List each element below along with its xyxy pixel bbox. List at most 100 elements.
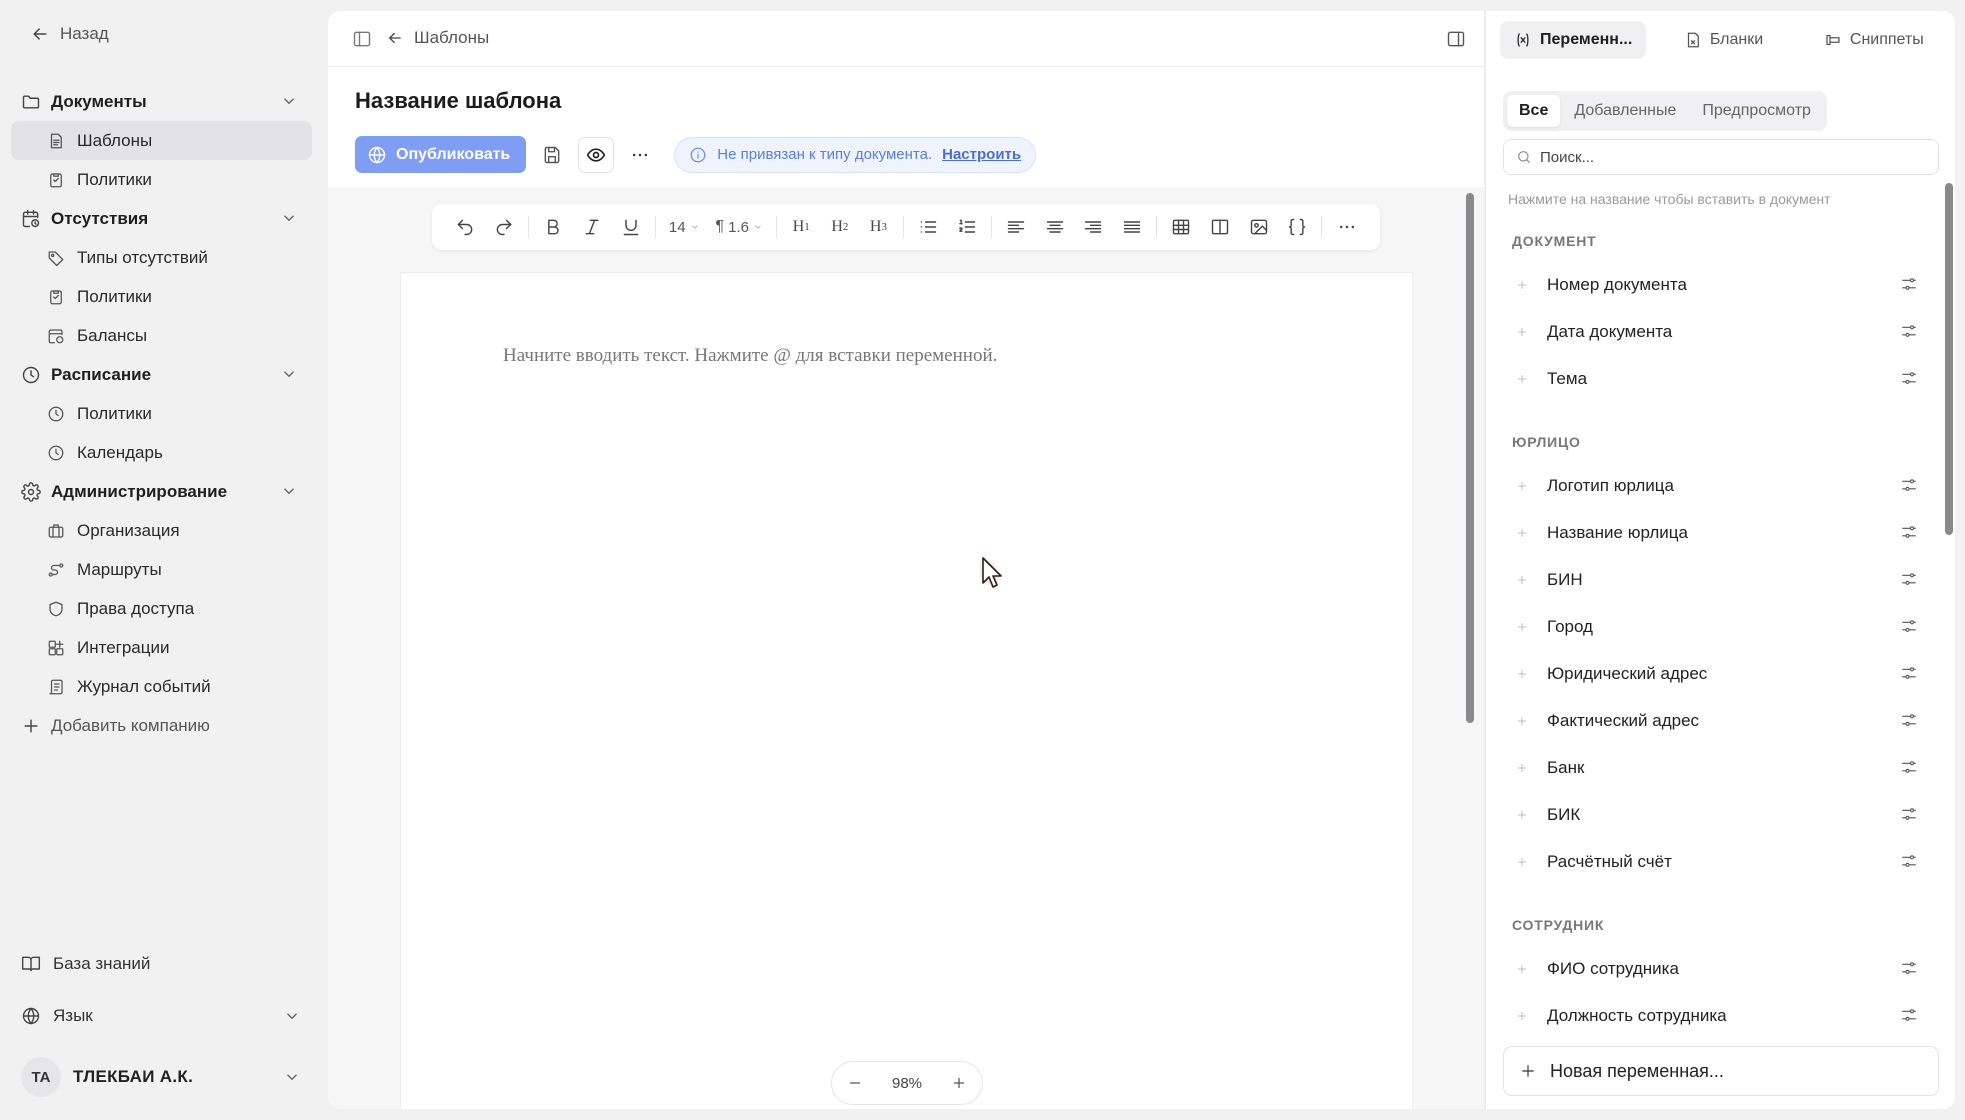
settings-sliders-icon[interactable] — [1900, 275, 1918, 293]
align-justify-button[interactable] — [1113, 209, 1152, 245]
sidebar-toggle-icon[interactable] — [352, 29, 372, 49]
search-input[interactable] — [1540, 148, 1920, 166]
variable-item[interactable]: БИК — [1486, 791, 1946, 838]
sidebar-item-routes[interactable]: Маршруты — [11, 550, 312, 589]
settings-sliders-icon[interactable] — [1900, 664, 1918, 682]
settings-sliders-icon[interactable] — [1900, 523, 1918, 541]
sidebar-section-absences[interactable]: Отсутствия — [11, 199, 312, 238]
sidebar-item-templates[interactable]: Шаблоны — [11, 121, 312, 160]
chevron-down-icon[interactable] — [280, 365, 298, 383]
numbered-list-button[interactable] — [947, 209, 986, 245]
chevron-down-icon[interactable] — [280, 92, 298, 110]
align-left-button[interactable] — [997, 209, 1036, 245]
tab-variables[interactable]: Переменн... — [1500, 21, 1647, 59]
scroll-icon — [49, 679, 63, 694]
panel-scrollbar[interactable] — [1945, 183, 1953, 535]
back-link[interactable]: Назад — [30, 24, 109, 44]
settings-sliders-icon[interactable] — [1900, 852, 1918, 870]
language-selector[interactable]: Язык — [21, 1006, 301, 1026]
tab-forms[interactable]: Бланки — [1650, 21, 1796, 59]
preview-button[interactable] — [578, 136, 615, 173]
document-page[interactable]: Начните вводить текст. Нажмите @ для вст… — [401, 273, 1412, 1109]
heading-1-button[interactable]: H1 — [782, 209, 821, 245]
save-button[interactable] — [534, 137, 570, 173]
sidebar-section-documents[interactable]: Документы — [11, 82, 312, 121]
align-center-button[interactable] — [1035, 209, 1074, 245]
bullet-list-button[interactable] — [909, 209, 948, 245]
variable-item[interactable]: Должность сотрудника — [1486, 992, 1946, 1039]
zoom-out-icon[interactable] — [846, 1074, 864, 1092]
subtab-added[interactable]: Добавленные — [1562, 95, 1688, 127]
settings-sliders-icon[interactable] — [1900, 322, 1918, 340]
chevron-down-icon[interactable] — [280, 209, 298, 227]
settings-sliders-icon[interactable] — [1900, 476, 1918, 494]
settings-sliders-icon[interactable] — [1900, 711, 1918, 729]
user-menu[interactable]: ТА ТЛЕКБАИ А.К. — [21, 1057, 301, 1097]
new-variable-button[interactable]: Новая переменная... — [1503, 1046, 1939, 1096]
variable-item[interactable]: Фактический адрес — [1486, 697, 1946, 744]
sidebar-item-absence-policies[interactable]: Политики — [11, 277, 312, 316]
right-panel-toggle-icon[interactable] — [1446, 29, 1466, 49]
sidebar-item-balances[interactable]: Балансы — [11, 316, 312, 355]
italic-button[interactable] — [573, 209, 612, 245]
bold-button[interactable] — [534, 209, 573, 245]
variable-item[interactable]: Расчётный счёт — [1486, 838, 1946, 885]
underline-button[interactable] — [611, 209, 650, 245]
redo-button[interactable] — [485, 209, 524, 245]
settings-sliders-icon[interactable] — [1900, 959, 1918, 977]
knowledge-base-link[interactable]: База знаний — [21, 954, 301, 974]
align-right-button[interactable] — [1074, 209, 1113, 245]
sidebar-item-event-log[interactable]: Журнал событий — [11, 667, 312, 706]
insert-columns-button[interactable] — [1201, 209, 1240, 245]
heading-3-button[interactable]: H3 — [859, 209, 898, 245]
sidebar-item-access-rights[interactable]: Права доступа — [11, 589, 312, 628]
zoom-in-icon[interactable] — [950, 1074, 968, 1092]
sidebar-item-integrations[interactable]: Интеграции — [11, 628, 312, 667]
variable-item[interactable]: Банк — [1486, 744, 1946, 791]
settings-sliders-icon[interactable] — [1900, 805, 1918, 823]
page-title[interactable]: Название шаблона — [355, 88, 561, 114]
settings-sliders-icon[interactable] — [1900, 758, 1918, 776]
subtab-preview[interactable]: Предпросмотр — [1690, 95, 1823, 127]
add-company-button[interactable]: Добавить компанию — [11, 706, 312, 745]
editor-scrollbar[interactable] — [1466, 193, 1474, 723]
variable-item[interactable]: Дата документа — [1486, 308, 1946, 355]
variable-item[interactable]: Юридический адрес — [1486, 650, 1946, 697]
sidebar-item-organization[interactable]: Организация — [11, 511, 312, 550]
tab-snippets[interactable]: Сниппеты — [1801, 21, 1947, 59]
insert-variable-button[interactable] — [1278, 209, 1317, 245]
settings-sliders-icon[interactable] — [1900, 617, 1918, 635]
settings-sliders-icon[interactable] — [1900, 1006, 1918, 1024]
breadcrumb[interactable]: Шаблоны — [386, 28, 489, 48]
mouse-cursor-icon — [982, 557, 1002, 588]
plus-icon — [1518, 280, 1526, 289]
variable-item[interactable]: БИН — [1486, 556, 1946, 603]
sidebar-section-schedule[interactable]: Расписание — [11, 355, 312, 394]
insert-table-button[interactable] — [1162, 209, 1201, 245]
publish-button[interactable]: Опубликовать — [355, 136, 527, 173]
configure-link[interactable]: Настроить — [942, 146, 1021, 163]
settings-sliders-icon[interactable] — [1900, 369, 1918, 387]
variable-item[interactable]: Логотип юрлица — [1486, 462, 1946, 509]
variable-item[interactable]: Тема — [1486, 355, 1946, 402]
settings-sliders-icon[interactable] — [1900, 570, 1918, 588]
more-actions-button[interactable] — [622, 137, 658, 173]
variable-item[interactable]: ФИО сотрудника — [1486, 945, 1946, 992]
sidebar-item-absence-types[interactable]: Типы отсутствий — [11, 238, 312, 277]
toolbar-more-button[interactable] — [1327, 209, 1366, 245]
sidebar-item-schedule-policies[interactable]: Политики — [11, 394, 312, 433]
sidebar-item-doc-policies[interactable]: Политики — [11, 160, 312, 199]
chevron-down-icon[interactable] — [280, 482, 298, 500]
variable-item[interactable]: Номер документа — [1486, 261, 1946, 308]
heading-2-button[interactable]: H2 — [821, 209, 860, 245]
sidebar-section-administration[interactable]: Администрирование — [11, 472, 312, 511]
undo-button[interactable] — [446, 209, 485, 245]
sidebar-item-calendar[interactable]: Календарь — [11, 433, 312, 472]
font-size-select[interactable]: 14 — [661, 219, 708, 236]
subtab-all[interactable]: Все — [1507, 95, 1561, 127]
h1-label: H — [792, 218, 805, 235]
variable-item[interactable]: Город — [1486, 603, 1946, 650]
insert-image-button[interactable] — [1239, 209, 1278, 245]
line-height-select[interactable]: ¶ 1.6 — [708, 218, 771, 236]
variable-item[interactable]: Название юрлица — [1486, 509, 1946, 556]
